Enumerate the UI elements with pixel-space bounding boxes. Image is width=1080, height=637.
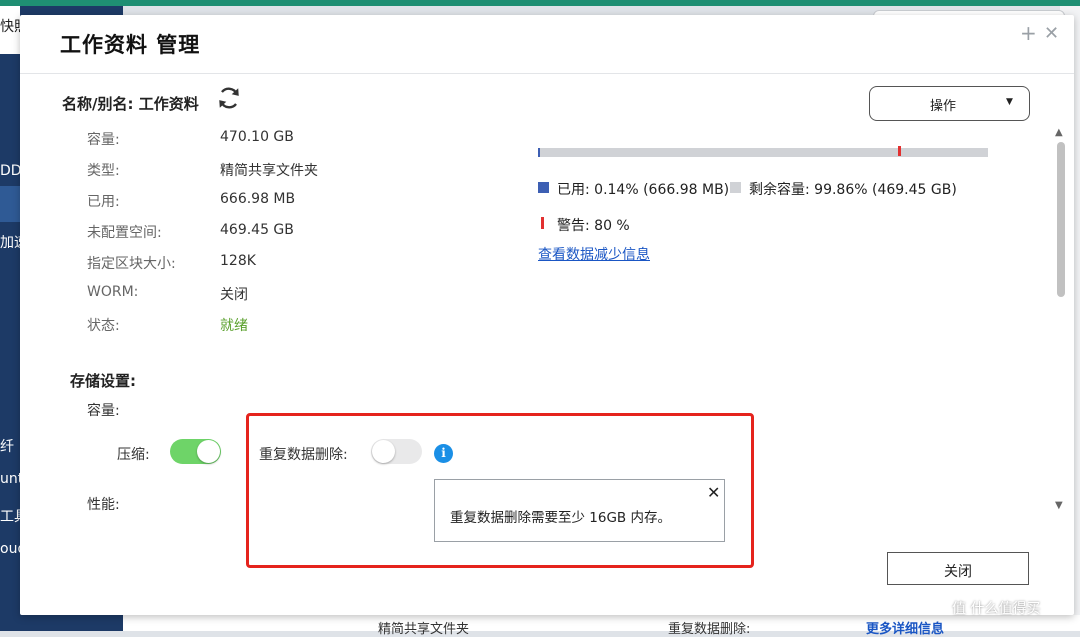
name-value: 工作资料 [138, 95, 199, 113]
close-icon[interactable]: ✕ [1044, 23, 1059, 44]
dialog-scrollbar[interactable]: ▲ ▼ [1053, 127, 1067, 517]
legend-warning-text: 警告: 80 % [557, 218, 630, 234]
info-value: 关闭 [220, 287, 248, 303]
scroll-up-arrow-icon[interactable]: ▲ [1055, 127, 1063, 138]
close-button-label: 关闭 [944, 564, 972, 580]
bg-sidebar-item: DD [0, 163, 22, 179]
legend-used-text: 已用: 0.14% (666.98 MB) [557, 182, 730, 198]
add-icon[interactable]: + [1020, 21, 1037, 45]
info-label: 指定区块大小: [87, 256, 176, 272]
warning-marker-icon [541, 217, 544, 229]
bg-bottom-text: 重复数据删除: [668, 622, 751, 637]
legend-used-swatch [538, 182, 549, 193]
info-value: 精简共享文件夹 [220, 163, 318, 179]
toggle-knob [197, 440, 220, 463]
action-button-label: 操作 [930, 99, 957, 114]
info-value: 469.45 GB [220, 222, 294, 238]
bg-sidebar-item: 纤 [0, 439, 14, 455]
info-label: 状态: [87, 318, 120, 334]
compression-toggle[interactable] [170, 439, 221, 464]
action-dropdown-button[interactable]: 操作 ▼ [869, 86, 1030, 121]
close-button[interactable]: 关闭 [887, 552, 1029, 585]
info-label: 容量: [87, 132, 120, 148]
capacity-section-label: 容量: [87, 403, 120, 419]
info-value: 470.10 GB [220, 129, 294, 145]
info-label: WORM: [87, 284, 139, 300]
name-alias-row: 名称/别名: 工作资料 [62, 93, 199, 114]
legend-free-text: 剩余容量: 99.86% (469.45 GB) [749, 182, 957, 198]
compression-label: 压缩: [117, 447, 150, 463]
scroll-down-arrow-icon[interactable]: ▼ [1055, 500, 1063, 511]
caret-down-icon: ▼ [1006, 97, 1013, 107]
tooltip-close-icon[interactable]: ✕ [707, 483, 720, 502]
performance-section-label: 性能: [87, 497, 120, 513]
info-label: 已用: [87, 194, 120, 210]
status-value: 就绪 [220, 318, 248, 334]
tooltip-text: 重复数据删除需要至少 16GB 内存。 [450, 510, 671, 526]
legend-free-swatch [730, 182, 741, 193]
background-sidebar-selected [0, 186, 20, 222]
background-top-strip [0, 0, 1080, 6]
storage-settings-title: 存储设置: [70, 372, 136, 390]
usage-bar-warning-marker [898, 146, 901, 156]
info-value: 128K [220, 253, 256, 269]
name-label: 名称/别名: [62, 95, 134, 113]
dedup-tooltip: ✕ 重复数据删除需要至少 16GB 内存。 [434, 479, 725, 542]
dialog-title: 工作资料 管理 [60, 33, 201, 57]
refresh-icon[interactable] [216, 85, 242, 111]
view-data-reduction-link[interactable]: 查看数据减少信息 [538, 244, 650, 264]
watermark: 值 什么值得买 [952, 601, 1041, 617]
dialog-header: 工作资料 管理 + ✕ [20, 15, 1074, 74]
scrollbar-thumb[interactable] [1057, 142, 1065, 297]
info-label: 未配置空间: [87, 225, 162, 241]
usage-bar [538, 146, 988, 157]
info-value: 666.98 MB [220, 191, 296, 207]
usage-bar-used [538, 148, 540, 157]
manage-dialog: 工作资料 管理 + ✕ 名称/别名: 工作资料 容量: 470.10 GB 类型… [20, 15, 1074, 615]
bg-more-info-link: 更多详细信息 [866, 622, 945, 637]
info-label: 类型: [87, 163, 120, 179]
bg-bottom-text: 精简共享文件夹 [378, 622, 470, 637]
